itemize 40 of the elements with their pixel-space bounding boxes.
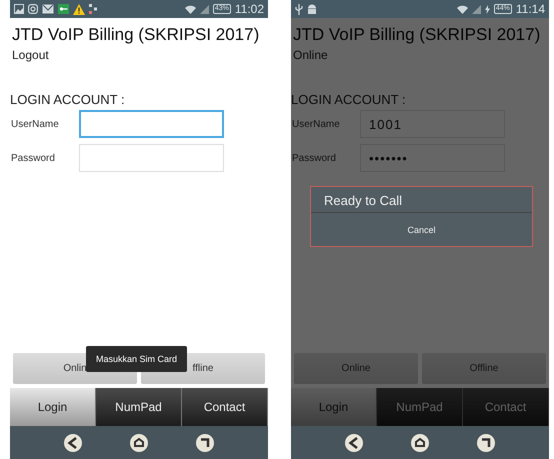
tab[interactable]: Contact — [182, 388, 268, 426]
recents-icon[interactable] — [196, 434, 214, 452]
recents-icon[interactable] — [477, 434, 495, 452]
usb-icon — [295, 4, 303, 14]
tab[interactable]: NumPad — [96, 388, 182, 426]
tab[interactable]: Login — [291, 388, 377, 426]
back-icon[interactable] — [345, 434, 363, 452]
input-field[interactable]: ••••••• — [360, 144, 505, 172]
input-field[interactable] — [79, 110, 224, 138]
clock: 11:02 — [234, 2, 264, 16]
tab[interactable]: Login — [10, 388, 96, 426]
mode-button[interactable]: Offline — [422, 353, 546, 384]
back-icon[interactable] — [64, 434, 82, 452]
wifi-icon — [456, 4, 468, 14]
status-text: Online — [292, 47, 329, 62]
field-label: Password — [291, 152, 337, 164]
clock: 11:14 — [516, 2, 545, 16]
wifi-icon — [184, 4, 196, 14]
home-icon[interactable] — [411, 434, 429, 452]
tab[interactable]: NumPad — [377, 388, 463, 426]
signal-icon — [472, 4, 481, 14]
sim-card-toast: Masukkan Sim Card — [86, 346, 188, 372]
mode-button[interactable]: Online — [294, 353, 418, 384]
app-title: JTD VoIP Billing (SKRIPSI 2017) — [292, 24, 542, 46]
field-label: UserName — [10, 118, 60, 130]
input-field[interactable]: 1001 — [360, 110, 505, 138]
section-label: LOGIN ACCOUNT : — [10, 92, 126, 107]
image-icon — [14, 4, 24, 14]
status-text: Logout — [11, 47, 50, 62]
section-label: LOGIN ACCOUNT : — [291, 92, 407, 107]
tab[interactable]: Contact — [463, 388, 549, 426]
field-label: UserName — [291, 118, 341, 130]
home-icon[interactable] — [130, 434, 148, 452]
key-icon — [58, 4, 69, 14]
signal-icon — [200, 4, 209, 14]
mail-icon — [42, 4, 54, 14]
warning-icon — [73, 4, 85, 14]
app-title: JTD VoIP Billing (SKRIPSI 2017) — [11, 24, 260, 46]
camera-icon — [28, 4, 38, 14]
field-label: Password — [10, 152, 56, 164]
